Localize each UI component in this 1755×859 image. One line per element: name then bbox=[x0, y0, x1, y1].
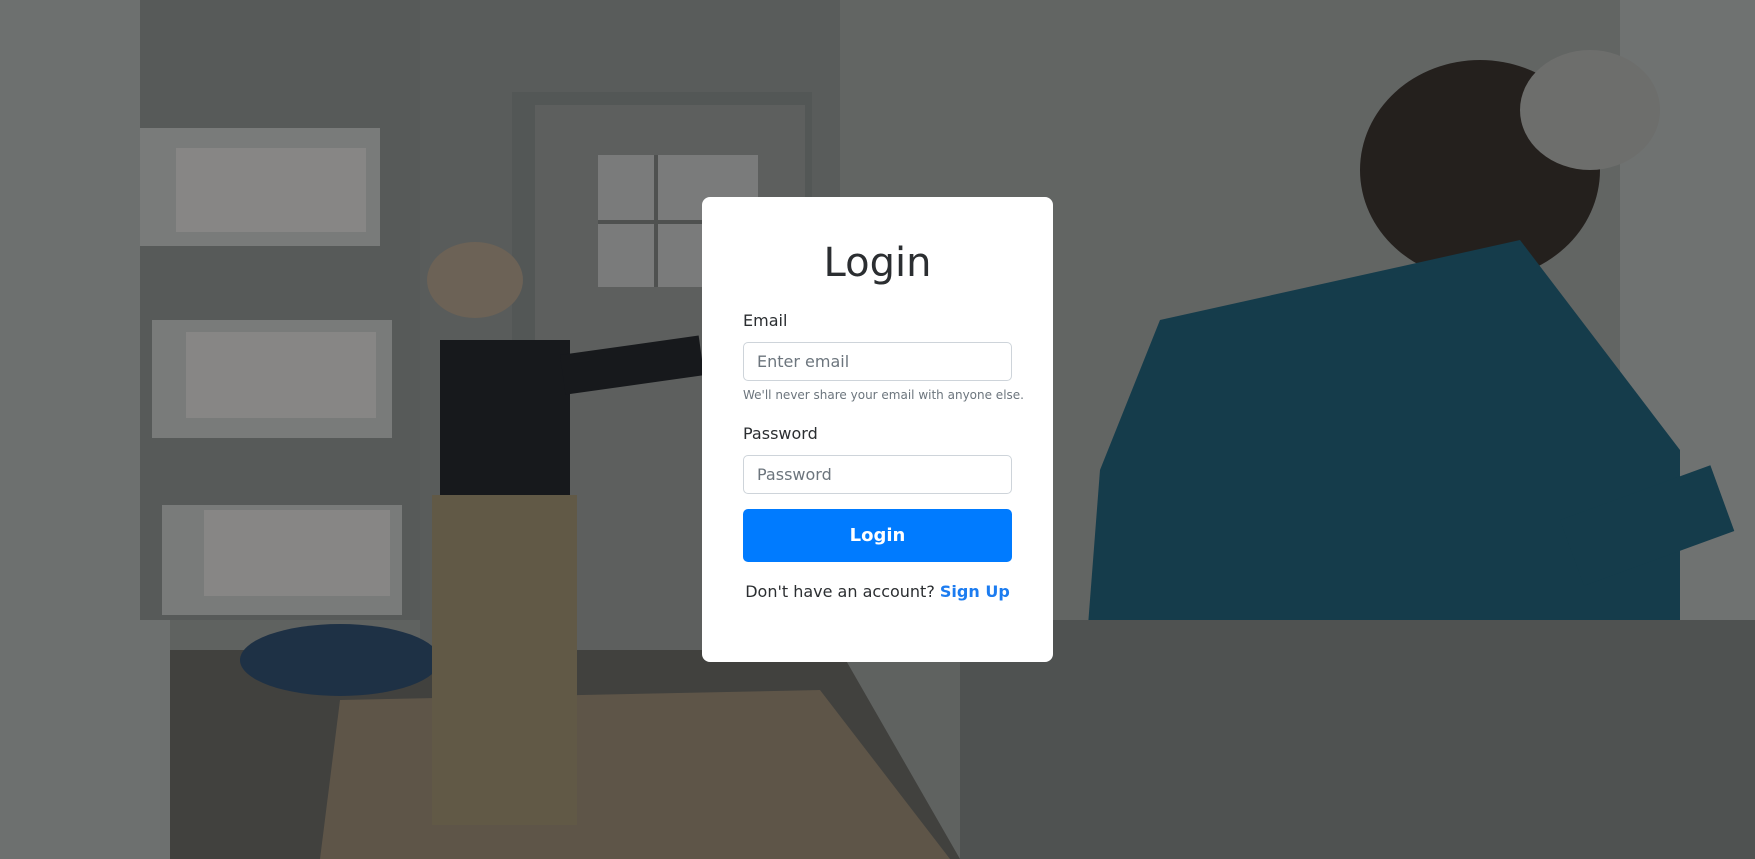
email-help-text: We'll never share your email with anyone… bbox=[743, 388, 1024, 402]
email-input[interactable] bbox=[743, 342, 1012, 381]
password-input[interactable] bbox=[743, 455, 1012, 494]
password-label: Password bbox=[743, 424, 818, 443]
signup-prompt-text: Don't have an account? bbox=[745, 582, 940, 601]
login-button[interactable]: Login bbox=[743, 509, 1012, 562]
page-title: Login bbox=[823, 240, 932, 286]
email-label: Email bbox=[743, 311, 788, 330]
signup-prompt: Don't have an account? Sign Up bbox=[702, 582, 1053, 601]
signup-link[interactable]: Sign Up bbox=[940, 582, 1010, 601]
login-card: Login Email We'll never share your email… bbox=[702, 197, 1053, 662]
